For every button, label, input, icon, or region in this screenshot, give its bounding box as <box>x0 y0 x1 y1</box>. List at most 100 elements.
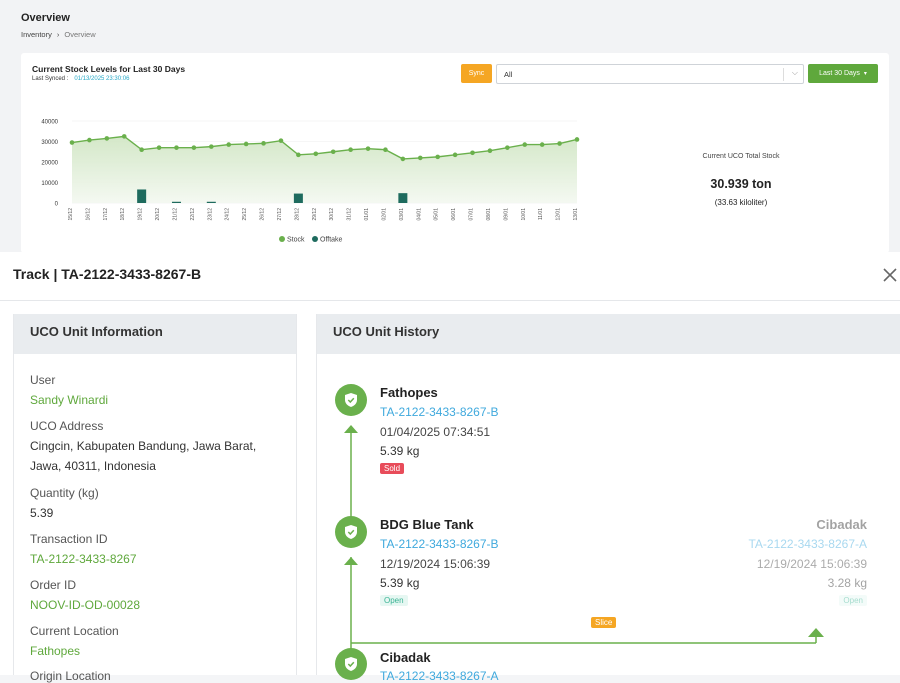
modal-header: Track | TA-2122-3433-8267-B <box>0 252 900 301</box>
stock-chart-card: Current Stock Levels for Last 30 Days La… <box>21 53 889 253</box>
date-range-button[interactable]: Last 30 Days ▾ <box>808 64 878 83</box>
stock-point <box>330 149 336 155</box>
history-node-weight: 5.39 kg <box>380 444 420 458</box>
total-stock-label: Current UCO Total Stock <box>702 153 780 160</box>
legend-offtake-label: Offtake <box>320 237 343 244</box>
date-range-label: Last 30 Days <box>819 70 860 77</box>
stock-point <box>243 141 249 147</box>
overview-page: Overview Inventory › Overview Current Stoc… <box>0 0 900 253</box>
total-stock-kiloliter: (33.63 kiloliter) <box>714 198 768 207</box>
location-filter-select[interactable]: All ⌵ <box>496 64 804 84</box>
stock-point <box>191 145 197 150</box>
y-tick-label: 30000 <box>41 140 58 146</box>
order-id-value: NOOV-ID-OD-00028 <box>30 598 141 612</box>
x-tick-label: 01/01 <box>364 208 370 221</box>
history-node-id[interactable]: TA-2122-3433-8267-A <box>748 537 867 551</box>
breadcrumb: Inventory › Overview <box>21 30 96 39</box>
x-tick-label: 18/12 <box>120 208 126 221</box>
status-badge-open: Open <box>839 595 867 606</box>
stock-point <box>139 147 144 152</box>
x-tick-label: 02/01 <box>381 208 387 221</box>
current-location-label: Current Location <box>30 624 119 638</box>
x-tick-label: 17/12 <box>103 208 109 221</box>
legend-offtake-swatch <box>312 236 318 242</box>
page-title: Overview <box>21 12 70 24</box>
stock-point <box>156 145 162 150</box>
status-badge-sold: Sold <box>380 463 405 474</box>
offtake-bar <box>293 193 303 203</box>
offtake-bar <box>206 201 216 203</box>
shield-check-icon <box>335 648 367 680</box>
transaction-id-label: Transaction ID <box>30 532 108 546</box>
x-tick-label: 05/01 <box>434 208 440 221</box>
stock-point <box>400 156 406 162</box>
stock-point <box>522 142 528 147</box>
x-tick-label: 07/01 <box>469 208 475 221</box>
close-icon[interactable] <box>881 266 899 284</box>
x-tick-label: 27/12 <box>277 208 283 221</box>
history-node-weight: 3.28 kg <box>827 576 867 590</box>
quantity-label: Quantity (kg) <box>30 486 99 500</box>
status-badge-open: Open <box>380 595 408 606</box>
sync-button[interactable]: Sync <box>461 64 492 83</box>
x-tick-label: 25/12 <box>242 208 248 221</box>
offtake-bar <box>171 201 181 203</box>
stock-point <box>87 137 92 143</box>
address-value: Cingcin, Kabupaten Bandung, Jawa Barat, … <box>30 439 257 473</box>
y-tick-label: 0 <box>55 202 59 208</box>
stock-point <box>487 148 493 154</box>
x-tick-label: 03/01 <box>399 208 405 221</box>
x-tick-label: 31/12 <box>347 208 353 221</box>
x-tick-label: 22/12 <box>190 208 196 221</box>
stock-point <box>174 145 179 150</box>
origin-location-label: Origin Location <box>30 669 111 683</box>
breadcrumb-separator: › <box>56 30 60 39</box>
x-tick-label: 06/01 <box>451 208 457 221</box>
stock-point <box>574 137 580 142</box>
y-tick-label: 20000 <box>41 161 58 167</box>
last-synced-value: 01/13/2025 23:30:06 <box>74 76 130 82</box>
stock-point <box>104 136 110 141</box>
last-synced: Last Synced : 01/13/2025 23:30:06 <box>32 76 129 82</box>
user-value: Sandy Winardi <box>30 393 109 407</box>
history-node-time: 12/19/2024 15:06:39 <box>380 557 491 571</box>
modal-title: Track | TA-2122-3433-8267-B <box>13 266 202 282</box>
breadcrumb-overview: Overview <box>64 30 96 39</box>
stock-point <box>470 150 475 156</box>
history-node-id[interactable]: TA-2122-3433-8267-B <box>380 405 499 419</box>
breadcrumb-inventory[interactable]: Inventory <box>21 30 52 39</box>
x-tick-label: 10/01 <box>521 208 527 221</box>
arrow-up-icon <box>344 557 358 565</box>
x-tick-label: 20/12 <box>155 208 161 221</box>
y-tick-label: 40000 <box>41 120 58 126</box>
stock-point <box>383 147 388 152</box>
stock-point <box>505 145 510 150</box>
x-tick-label: 24/12 <box>225 208 231 221</box>
history-node-title: Fathopes <box>380 385 438 400</box>
stock-point <box>417 155 423 161</box>
stock-point <box>209 144 214 149</box>
track-modal: Track | TA-2122-3433-8267-B UCO Unit Inf… <box>0 252 900 683</box>
stock-point <box>348 147 353 152</box>
user-label: User <box>30 373 56 387</box>
x-tick-label: 19/12 <box>138 208 144 221</box>
stock-point <box>557 141 562 146</box>
history-node-title: BDG Blue Tank <box>380 517 474 532</box>
history-node-id[interactable]: TA-2122-3433-8267-B <box>380 537 499 551</box>
history-node-id[interactable]: TA-2122-3433-8267-A <box>380 669 499 683</box>
stock-point <box>69 140 75 145</box>
x-tick-label: 11/01 <box>538 208 544 220</box>
x-tick-label: 21/12 <box>172 208 178 221</box>
transaction-id-value: TA-2122-3433-8267 <box>30 552 137 566</box>
stock-point <box>261 141 266 146</box>
shield-check-icon <box>335 384 367 416</box>
x-tick-label: 16/12 <box>85 208 91 221</box>
arrow-up-icon <box>344 425 358 433</box>
stock-point <box>296 152 301 158</box>
info-panel-header: UCO Unit Information <box>14 314 296 354</box>
history-node-title: Cibadak <box>380 650 431 665</box>
stock-area <box>72 136 577 203</box>
chart-title: Current Stock Levels for Last 30 Days <box>32 64 186 74</box>
offtake-bar <box>137 189 147 203</box>
shield-check-icon <box>335 516 367 548</box>
